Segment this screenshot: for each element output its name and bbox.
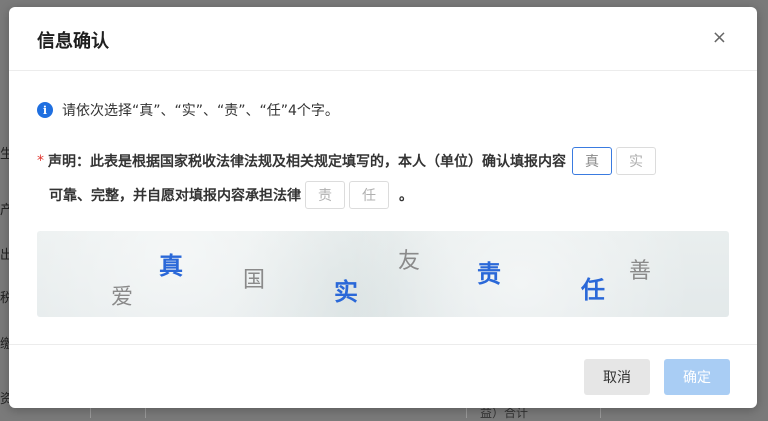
captcha-noise bbox=[37, 231, 729, 317]
dialog-title: 信息确认 bbox=[37, 31, 109, 52]
declaration-text-2: 可靠、完整，并自愿对填报内容承担法律 bbox=[49, 188, 301, 204]
captcha-char[interactable]: 善 bbox=[629, 253, 651, 285]
declaration-text-1: 声明：此表是根据国家税收法律法规及相关规定填写的，本人（单位）确认填报内容 bbox=[48, 154, 566, 170]
captcha-char[interactable]: 责 bbox=[477, 254, 501, 289]
cancel-button[interactable]: 取消 bbox=[584, 359, 650, 395]
captcha-char[interactable]: 国 bbox=[243, 262, 265, 294]
captcha-char[interactable]: 真 bbox=[159, 246, 183, 281]
declaration-line-1: * 声明：此表是根据国家税收法律法规及相关规定填写的，本人（单位）确认填报内容 … bbox=[37, 147, 656, 175]
required-mark: * bbox=[37, 153, 44, 169]
captcha-char[interactable]: 实 bbox=[334, 272, 358, 307]
char-box-2[interactable]: 实 bbox=[616, 147, 656, 175]
confirm-button[interactable]: 确定 bbox=[664, 359, 730, 395]
char-box-1[interactable]: 真 bbox=[572, 147, 612, 175]
info-confirm-dialog: 信息确认 × i 请依次选择“真”、“实”、“责”、“任”4个字。 * 声明：此… bbox=[9, 7, 757, 408]
captcha-char[interactable]: 任 bbox=[581, 270, 605, 305]
declaration-line-2: 可靠、完整，并自愿对填报内容承担法律 责 任 。 bbox=[49, 181, 413, 209]
dialog-footer: 取消 确定 bbox=[9, 344, 757, 409]
declaration-period: 。 bbox=[399, 188, 413, 204]
info-icon: i bbox=[37, 102, 53, 118]
info-hint: i 请依次选择“真”、“实”、“责”、“任”4个字。 bbox=[37, 100, 339, 120]
captcha-char[interactable]: 友 bbox=[398, 243, 420, 275]
captcha-char[interactable]: 爱 bbox=[111, 279, 133, 311]
info-text: 请依次选择“真”、“实”、“责”、“任”4个字。 bbox=[62, 103, 339, 119]
char-box-4[interactable]: 任 bbox=[349, 181, 389, 209]
captcha-image[interactable]: 爱 真 国 实 友 责 任 善 bbox=[37, 231, 729, 317]
char-box-3[interactable]: 责 bbox=[305, 181, 345, 209]
close-icon[interactable]: × bbox=[712, 28, 727, 48]
dialog-header: 信息确认 × bbox=[9, 7, 757, 71]
